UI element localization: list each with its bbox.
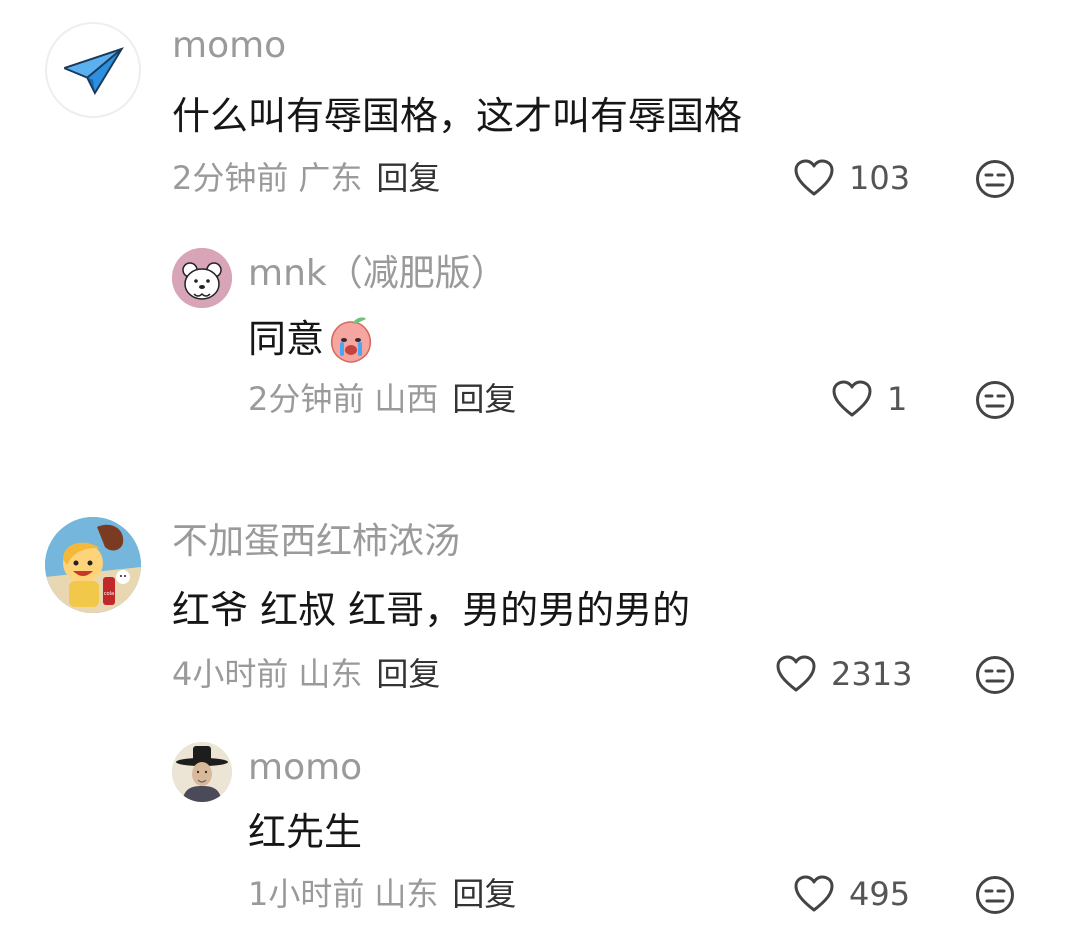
heart-outline-icon <box>776 655 816 692</box>
reply-item: mnk（减肥版） 同意 2分钟前 山西 回复 1 <box>0 230 1080 460</box>
comment-meta: 2分钟前 广东 回复 <box>172 158 440 198</box>
timestamp: 1小时前 <box>248 875 365 913</box>
hat-man-avatar <box>172 742 232 802</box>
meh-face-icon[interactable] <box>975 655 1015 695</box>
like-button[interactable]: 1 <box>831 377 907 421</box>
comment-item: momo 什么叫有辱国格，这才叫有辱国格 2分钟前 广东 回复 103 <box>0 0 1080 230</box>
like-count: 1 <box>887 380 908 418</box>
location: 山东 <box>298 655 363 693</box>
comment-list: momo 什么叫有辱国格，这才叫有辱国格 2分钟前 广东 回复 103 mnk（… <box>0 0 1080 949</box>
like-count: 495 <box>849 875 911 913</box>
user-avatar[interactable]: cola <box>45 517 141 613</box>
like-button[interactable]: 103 <box>793 156 910 200</box>
crying-peach-emoji <box>330 317 372 363</box>
like-count: 2313 <box>831 655 913 693</box>
username[interactable]: momo <box>248 746 362 790</box>
comment-text-body: 红爷 红叔 红哥，男的男的男的 <box>172 588 691 632</box>
comment-meta: 4小时前 山东 回复 <box>172 654 440 694</box>
comment-text: 红爷 红叔 红哥，男的男的男的 <box>172 586 690 634</box>
meh-face-icon[interactable] <box>975 380 1015 420</box>
comment-text-body: 什么叫有辱国格，这才叫有辱国格 <box>172 94 743 138</box>
user-avatar[interactable] <box>45 22 141 118</box>
like-button[interactable]: 2313 <box>775 652 912 696</box>
username[interactable]: 不加蛋西红柿浓汤 <box>172 520 460 564</box>
reply-button[interactable]: 回复 <box>452 380 516 418</box>
reply-button[interactable]: 回复 <box>376 159 440 197</box>
meh-face-icon[interactable] <box>975 159 1015 199</box>
heart-outline-icon <box>794 875 834 912</box>
cartoon-girl-avatar: cola <box>45 517 141 613</box>
reply-item: momo 红先生 1小时前 山东 回复 495 <box>0 720 1080 949</box>
location: 广东 <box>298 159 363 197</box>
reply-button[interactable]: 回复 <box>452 875 516 913</box>
user-avatar[interactable] <box>172 742 232 802</box>
comment-text: 什么叫有辱国格，这才叫有辱国格 <box>172 92 742 140</box>
timestamp: 2分钟前 <box>248 380 365 418</box>
comment-text-body: 红先生 <box>248 810 363 854</box>
location: 山东 <box>374 875 439 913</box>
comment-meta: 1小时前 山东 回复 <box>248 874 516 914</box>
heart-outline-icon <box>794 159 834 196</box>
comment-item: cola 不加蛋西红柿浓汤 红爷 红叔 红哥，男的男的男的 4小时前 山东 回复 2… <box>0 500 1080 720</box>
user-avatar[interactable] <box>172 248 232 308</box>
comment-meta: 2分钟前 山西 回复 <box>248 379 516 419</box>
comment-text: 红先生 <box>248 808 362 856</box>
username[interactable]: mnk（减肥版） <box>248 252 507 296</box>
location: 山西 <box>374 380 439 418</box>
heart-outline-icon <box>832 380 872 417</box>
reply-button[interactable]: 回复 <box>376 655 440 693</box>
paper-plane-icon <box>63 47 124 95</box>
like-button[interactable]: 495 <box>793 872 910 916</box>
comment-text: 同意 <box>248 314 376 364</box>
like-count: 103 <box>849 159 911 197</box>
timestamp: 2分钟前 <box>172 159 289 197</box>
timestamp: 4小时前 <box>172 655 289 693</box>
bear-avatar <box>172 248 232 308</box>
comment-text-body: 同意 <box>248 317 325 361</box>
svg-text:cola: cola <box>104 591 114 597</box>
username[interactable]: momo <box>172 24 286 68</box>
meh-face-icon[interactable] <box>975 875 1015 915</box>
